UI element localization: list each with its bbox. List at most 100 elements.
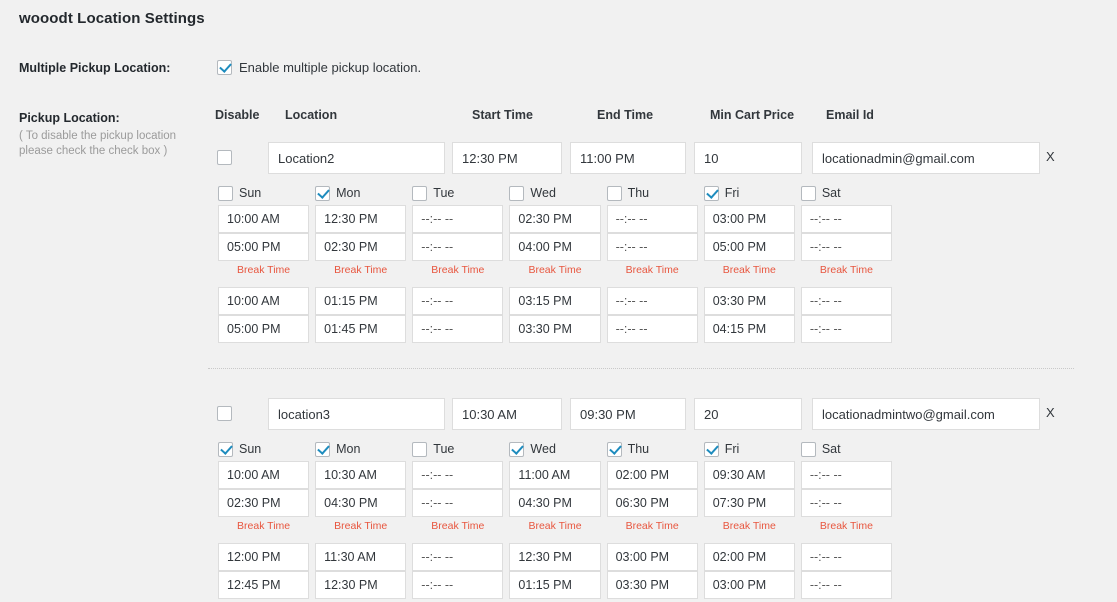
day-checkbox-tue[interactable]: Tue: [412, 438, 503, 460]
location-start-time-input[interactable]: [452, 398, 562, 430]
day-break-end-input[interactable]: [800, 571, 892, 599]
day-break-start-input[interactable]: [606, 287, 698, 315]
day-break-start-input[interactable]: [800, 543, 892, 571]
day-break-start-input[interactable]: [412, 543, 504, 571]
day-checkbox-thu[interactable]: Thu: [606, 438, 698, 460]
day-break-start-input[interactable]: [412, 287, 504, 315]
day-break-end-input[interactable]: [703, 571, 795, 599]
day-open-time-input[interactable]: [315, 461, 407, 489]
day-break-end-input[interactable]: [800, 315, 892, 343]
checkbox-icon[interactable]: [606, 185, 622, 201]
disable-location-checkbox[interactable]: [217, 150, 232, 165]
day-close-time-input[interactable]: [509, 233, 601, 261]
day-break-end-input[interactable]: [606, 571, 698, 599]
day-break-end-input[interactable]: [218, 315, 310, 343]
day-open-time-input[interactable]: [606, 461, 698, 489]
day-checkbox-mon[interactable]: Mon: [315, 438, 406, 460]
location-end-time-input[interactable]: [570, 142, 686, 174]
day-break-start-input[interactable]: [218, 287, 310, 315]
location-min-cart-price-input[interactable]: [694, 398, 802, 430]
day-open-time-input[interactable]: [412, 205, 504, 233]
day-open-time-input[interactable]: [218, 461, 310, 489]
day-open-time-input[interactable]: [800, 461, 892, 489]
day-break-end-input[interactable]: [315, 315, 407, 343]
day-close-time-input[interactable]: [703, 233, 795, 261]
day-checkbox-fri[interactable]: Fri: [703, 182, 795, 204]
day-open-time-input[interactable]: [703, 461, 795, 489]
day-break-end-input[interactable]: [606, 315, 698, 343]
day-open-time-input[interactable]: [218, 205, 310, 233]
day-open-time-input[interactable]: [703, 205, 795, 233]
checkbox-icon[interactable]: [218, 441, 233, 457]
day-close-time-input[interactable]: [218, 233, 310, 261]
checkbox-icon[interactable]: [703, 185, 719, 201]
day-open-time-input[interactable]: [509, 461, 601, 489]
day-break-end-input[interactable]: [509, 571, 601, 599]
remove-location-button[interactable]: X: [1046, 149, 1055, 164]
day-close-time-input[interactable]: [509, 489, 601, 517]
day-break-start-input[interactable]: [315, 543, 407, 571]
enable-multiple-pickup-checkbox[interactable]: Enable multiple pickup location.: [217, 60, 421, 75]
checkbox-icon[interactable]: [509, 185, 525, 201]
location-email-input[interactable]: [812, 398, 1040, 430]
day-checkbox-sat[interactable]: Sat: [800, 438, 892, 460]
day-close-time-input[interactable]: [606, 489, 698, 517]
remove-location-button[interactable]: X: [1046, 405, 1055, 420]
disable-location-checkbox[interactable]: [217, 406, 232, 421]
checkbox-icon[interactable]: [703, 441, 719, 457]
checkbox-icon[interactable]: [315, 441, 331, 457]
location-email-input[interactable]: [812, 142, 1040, 174]
day-checkbox-thu[interactable]: Thu: [606, 182, 698, 204]
day-close-time-input[interactable]: [606, 233, 698, 261]
location-end-time-input[interactable]: [570, 398, 686, 430]
day-break-end-input[interactable]: [703, 315, 795, 343]
checkbox-icon[interactable]: [412, 185, 428, 201]
checkbox-icon[interactable]: [315, 185, 331, 201]
day-checkbox-wed[interactable]: Wed: [509, 182, 600, 204]
day-close-time-input[interactable]: [800, 489, 892, 517]
checkbox-icon[interactable]: [800, 185, 816, 201]
checkbox-icon[interactable]: [606, 441, 622, 457]
day-close-time-input[interactable]: [412, 233, 504, 261]
location-name-input[interactable]: [268, 398, 445, 430]
day-break-end-input[interactable]: [218, 571, 310, 599]
day-open-time-input[interactable]: [800, 205, 892, 233]
day-break-start-input[interactable]: [703, 287, 795, 315]
day-checkbox-sun[interactable]: Sun: [218, 182, 309, 204]
checkbox-icon[interactable]: [217, 60, 232, 75]
day-close-time-input[interactable]: [315, 233, 407, 261]
day-close-time-input[interactable]: [315, 489, 407, 517]
day-break-start-input[interactable]: [218, 543, 310, 571]
day-close-time-input[interactable]: [800, 233, 892, 261]
day-break-start-input[interactable]: [509, 287, 601, 315]
location-start-time-input[interactable]: [452, 142, 562, 174]
day-break-start-input[interactable]: [315, 287, 407, 315]
checkbox-icon[interactable]: [800, 441, 816, 457]
day-checkbox-mon[interactable]: Mon: [315, 182, 406, 204]
day-break-end-input[interactable]: [412, 571, 504, 599]
day-break-end-input[interactable]: [315, 571, 407, 599]
day-checkbox-fri[interactable]: Fri: [703, 438, 795, 460]
day-close-time-input[interactable]: [703, 489, 795, 517]
day-break-start-input[interactable]: [703, 543, 795, 571]
day-break-end-input[interactable]: [509, 315, 601, 343]
checkbox-icon[interactable]: [509, 441, 525, 457]
day-break-start-input[interactable]: [800, 287, 892, 315]
day-checkbox-sun[interactable]: Sun: [218, 438, 309, 460]
day-checkbox-sat[interactable]: Sat: [800, 182, 892, 204]
checkbox-icon[interactable]: [412, 441, 428, 457]
day-open-time-input[interactable]: [606, 205, 698, 233]
day-break-start-input[interactable]: [509, 543, 601, 571]
checkbox-icon[interactable]: [218, 185, 233, 201]
day-close-time-input[interactable]: [412, 489, 504, 517]
day-break-start-input[interactable]: [606, 543, 698, 571]
day-checkbox-tue[interactable]: Tue: [412, 182, 503, 204]
location-min-cart-price-input[interactable]: [694, 142, 802, 174]
day-checkbox-wed[interactable]: Wed: [509, 438, 600, 460]
location-name-input[interactable]: [268, 142, 445, 174]
day-break-end-input[interactable]: [412, 315, 504, 343]
day-close-time-input[interactable]: [218, 489, 310, 517]
day-open-time-input[interactable]: [412, 461, 504, 489]
day-open-time-input[interactable]: [315, 205, 407, 233]
day-open-time-input[interactable]: [509, 205, 601, 233]
